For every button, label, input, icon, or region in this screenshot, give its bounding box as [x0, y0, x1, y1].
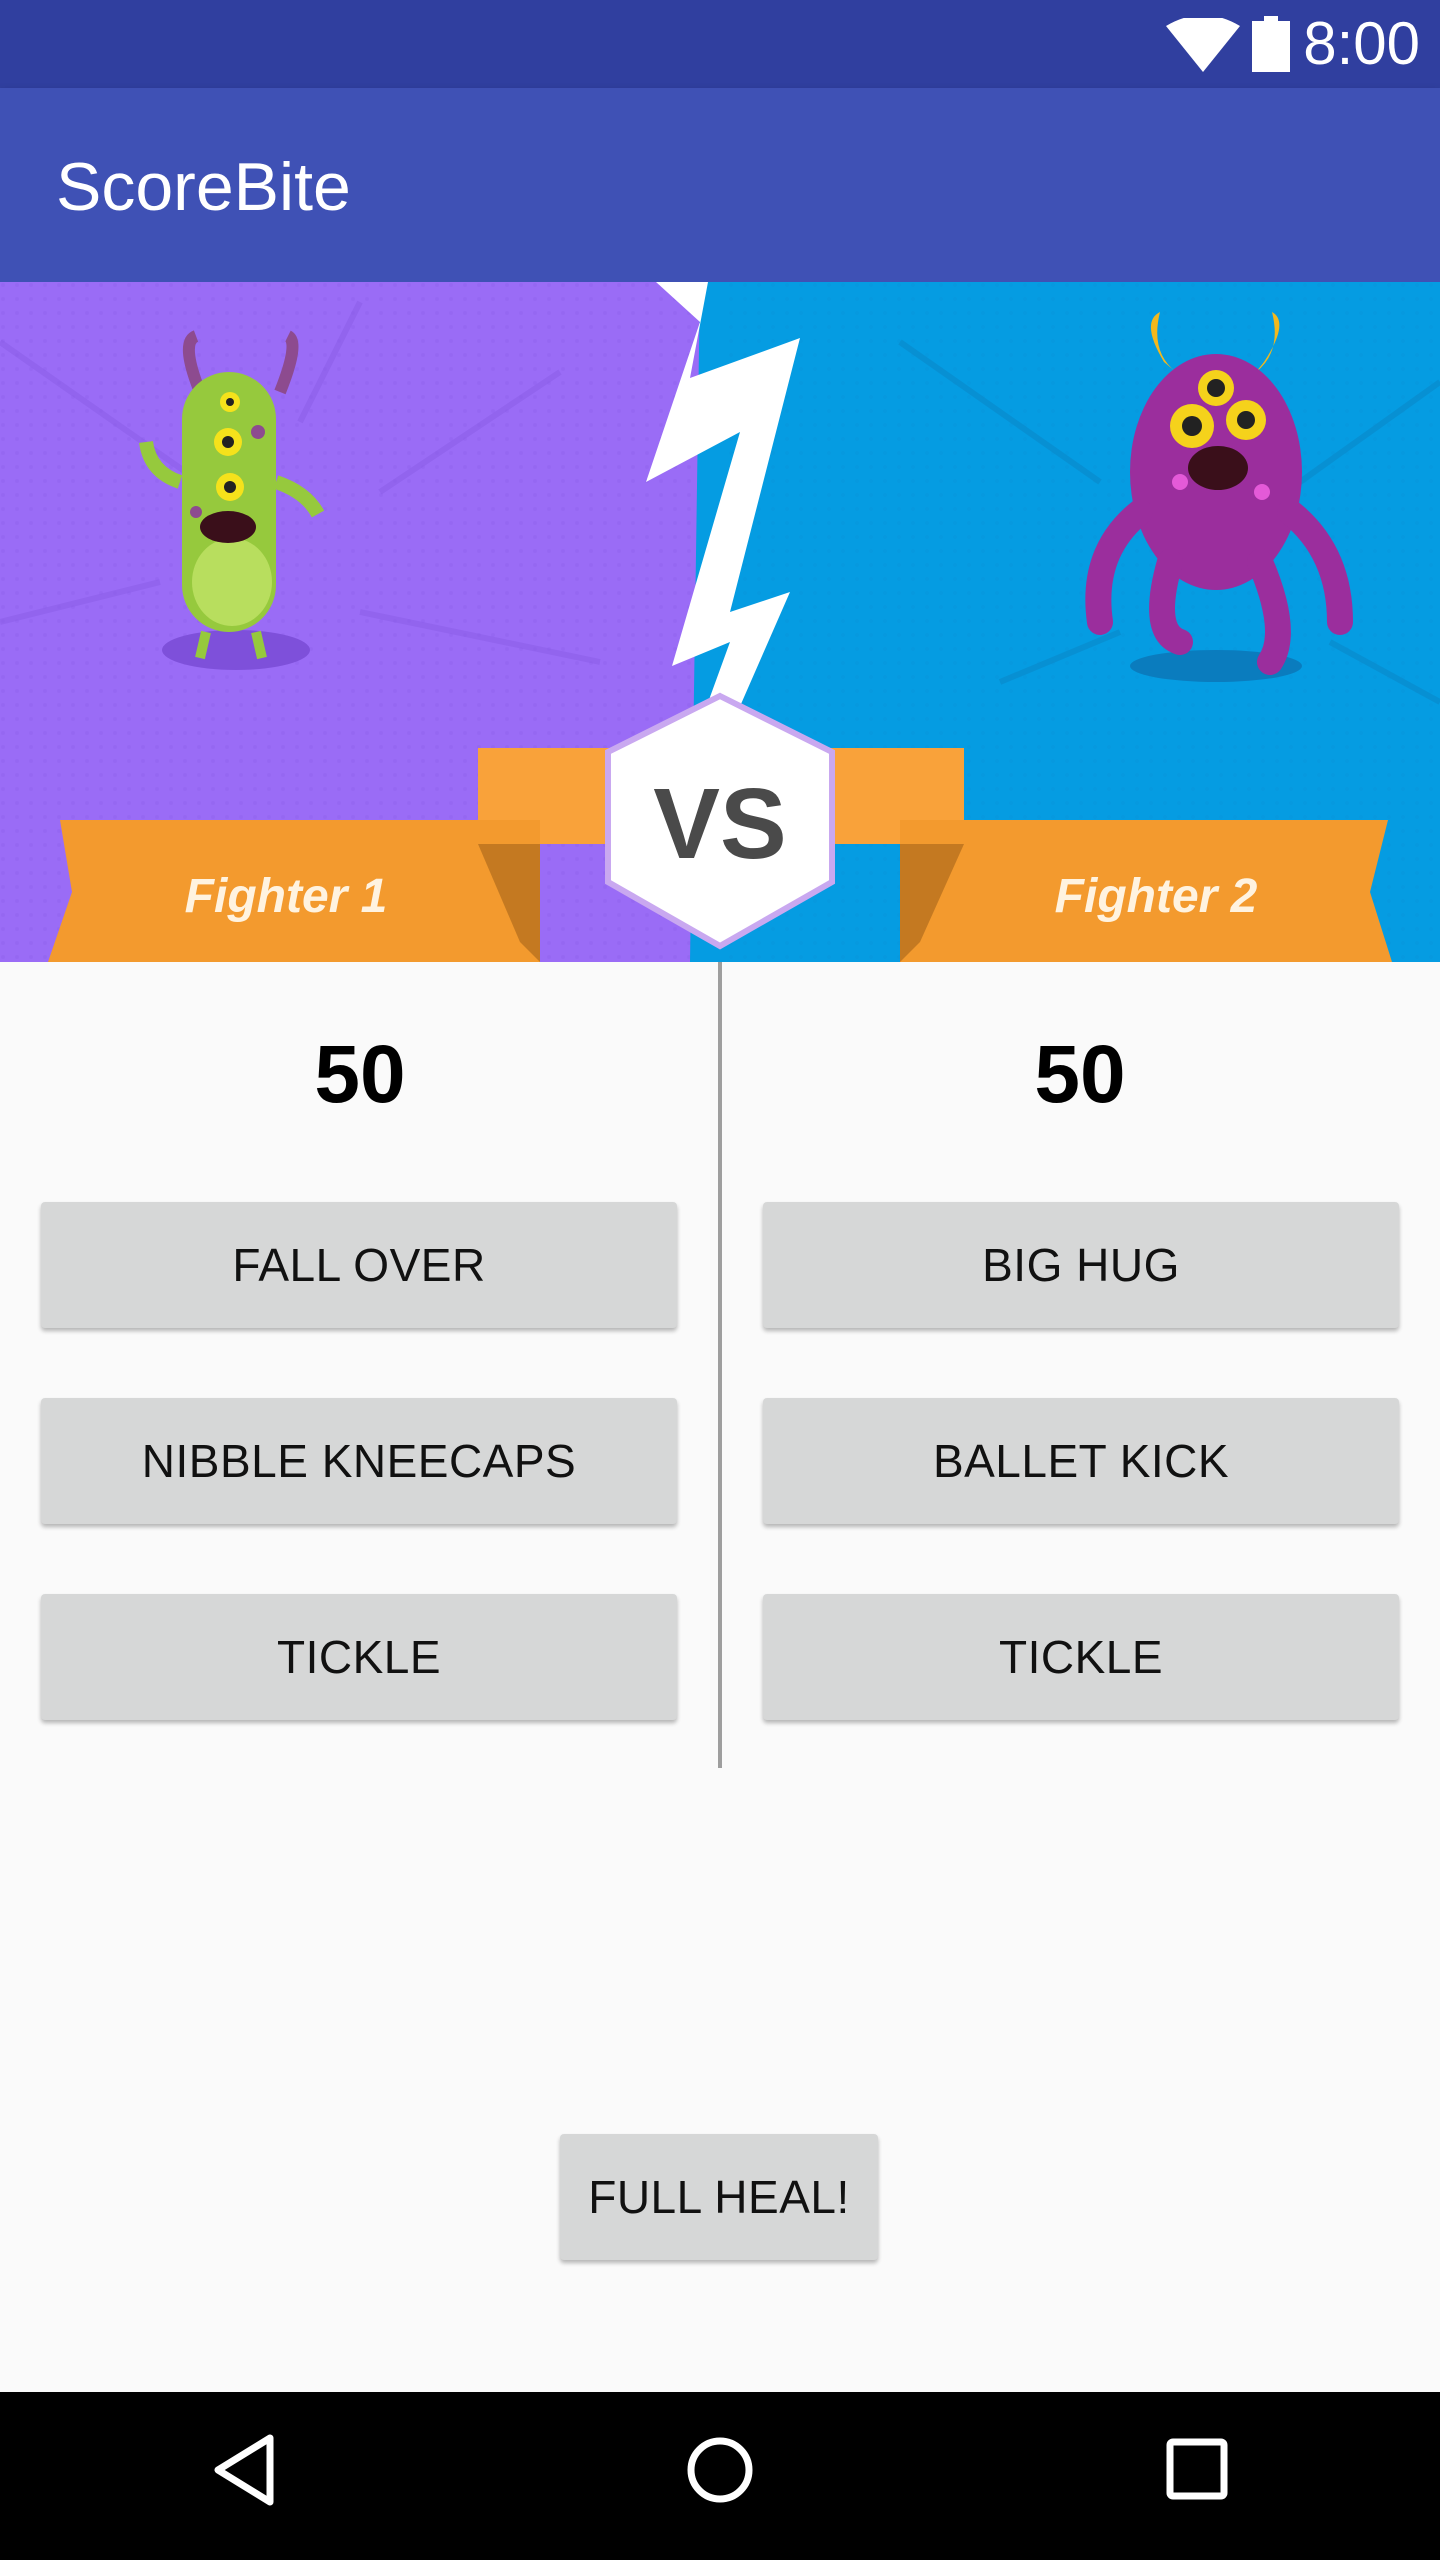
back-icon[interactable]: [210, 2430, 280, 2510]
fighter-1-score: 50: [314, 1029, 406, 1120]
home-icon[interactable]: [682, 2430, 758, 2510]
app-title: ScoreBite: [56, 149, 351, 225]
status-bar: 8:00: [0, 0, 1440, 88]
fighter-1-label: Fighter 1: [185, 870, 388, 923]
battery-icon: [1252, 16, 1290, 72]
fighter-2-score: 50: [1034, 1029, 1126, 1120]
fighter-2-tickle-button[interactable]: TICKLE: [763, 1594, 1399, 1720]
fighter-1-tickle-button[interactable]: TICKLE: [41, 1594, 677, 1720]
recents-icon[interactable]: [1160, 2430, 1236, 2510]
wifi-icon: [1166, 18, 1240, 72]
fall-over-button[interactable]: FALL OVER: [41, 1202, 677, 1328]
big-hug-button[interactable]: BIG HUG: [763, 1202, 1399, 1328]
ballet-kick-button[interactable]: BALLET KICK: [763, 1398, 1399, 1524]
fighter-2-label: Fighter 2: [1055, 870, 1258, 923]
status-time: 8:00: [1303, 10, 1420, 77]
vs-text: VS: [653, 768, 786, 880]
full-heal-button[interactable]: FULL HEAL!: [560, 2134, 878, 2260]
nibble-kneecaps-button[interactable]: NIBBLE KNEECAPS: [41, 1398, 677, 1524]
app-bar: ScoreBite: [0, 88, 1440, 282]
fighters-banner: Fighter 1 Fighter 2 VS: [0, 282, 1440, 962]
navigation-bar: [0, 2392, 1440, 2560]
